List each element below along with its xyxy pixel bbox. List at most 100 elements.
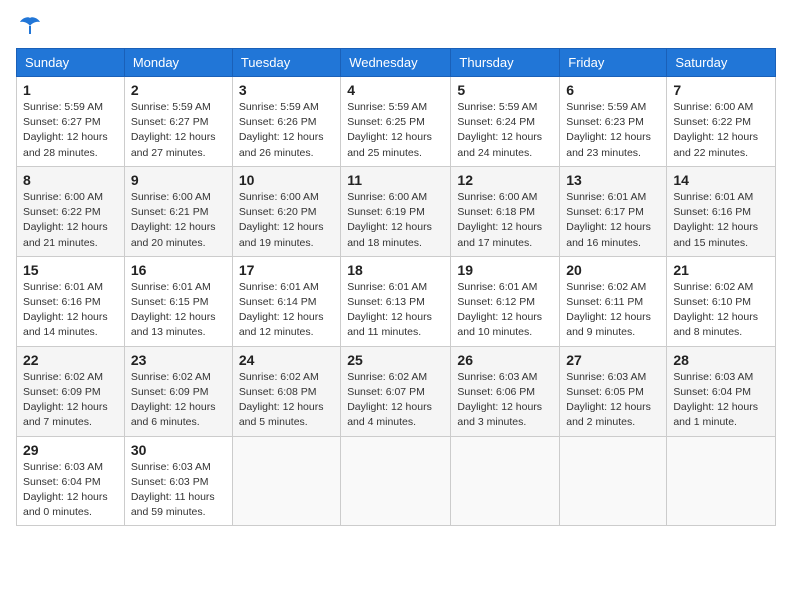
weekday-header-monday: Monday [124, 49, 232, 77]
calendar-week-4: 22 Sunrise: 6:02 AMSunset: 6:09 PMDayligh… [17, 346, 776, 436]
day-number: 9 [131, 172, 226, 188]
calendar-cell [232, 436, 340, 526]
calendar-table: SundayMondayTuesdayWednesdayThursdayFrid… [16, 48, 776, 526]
calendar-cell [341, 436, 451, 526]
day-detail: Sunrise: 6:00 AMSunset: 6:21 PMDaylight:… [131, 191, 216, 249]
day-number: 29 [23, 442, 118, 458]
calendar-cell: 24 Sunrise: 6:02 AMSunset: 6:08 PMDayligh… [232, 346, 340, 436]
day-number: 16 [131, 262, 226, 278]
calendar-cell: 28 Sunrise: 6:03 AMSunset: 6:04 PMDayligh… [667, 346, 776, 436]
day-detail: Sunrise: 6:02 AMSunset: 6:08 PMDaylight:… [239, 371, 324, 429]
weekday-header-thursday: Thursday [451, 49, 560, 77]
calendar-cell: 29 Sunrise: 6:03 AMSunset: 6:04 PMDayligh… [17, 436, 125, 526]
day-detail: Sunrise: 6:01 AMSunset: 6:16 PMDaylight:… [673, 191, 758, 249]
day-detail: Sunrise: 6:01 AMSunset: 6:16 PMDaylight:… [23, 281, 108, 339]
day-number: 21 [673, 262, 769, 278]
day-number: 6 [566, 82, 660, 98]
day-number: 4 [347, 82, 444, 98]
calendar-week-2: 8Sunrise: 6:00 AMSunset: 6:22 PMDaylight… [17, 166, 776, 256]
logo-bird-icon [18, 16, 42, 36]
day-number: 10 [239, 172, 334, 188]
page-header [16, 16, 776, 36]
day-detail: Sunrise: 6:02 AMSunset: 6:10 PMDaylight:… [673, 281, 758, 339]
weekday-header-friday: Friday [560, 49, 667, 77]
calendar-cell [667, 436, 776, 526]
calendar-cell: 12 Sunrise: 6:00 AMSunset: 6:18 PMDayligh… [451, 166, 560, 256]
day-detail: Sunrise: 6:01 AMSunset: 6:13 PMDaylight:… [347, 281, 432, 339]
calendar-cell: 16 Sunrise: 6:01 AMSunset: 6:15 PMDayligh… [124, 256, 232, 346]
day-number: 7 [673, 82, 769, 98]
day-detail: Sunrise: 6:00 AMSunset: 6:18 PMDaylight:… [457, 191, 542, 249]
calendar-week-1: 1 Sunrise: 5:59 AMSunset: 6:27 PMDaylight… [17, 77, 776, 167]
day-detail: Sunrise: 6:00 AMSunset: 6:22 PMDaylight:… [673, 101, 758, 159]
day-detail: Sunrise: 6:03 AMSunset: 6:05 PMDaylight:… [566, 371, 651, 429]
calendar-cell [560, 436, 667, 526]
calendar-cell: 20Sunrise: 6:02 AMSunset: 6:11 PMDayligh… [560, 256, 667, 346]
calendar-cell: 27 Sunrise: 6:03 AMSunset: 6:05 PMDayligh… [560, 346, 667, 436]
day-number: 18 [347, 262, 444, 278]
day-detail: Sunrise: 6:00 AMSunset: 6:20 PMDaylight:… [239, 191, 324, 249]
calendar-cell: 30 Sunrise: 6:03 AMSunset: 6:03 PMDayligh… [124, 436, 232, 526]
calendar-week-3: 15Sunrise: 6:01 AMSunset: 6:16 PMDayligh… [17, 256, 776, 346]
calendar-cell: 4 Sunrise: 5:59 AMSunset: 6:25 PMDaylight… [341, 77, 451, 167]
logo [16, 16, 44, 36]
day-detail: Sunrise: 6:03 AMSunset: 6:04 PMDaylight:… [23, 461, 108, 519]
calendar-cell: 19 Sunrise: 6:01 AMSunset: 6:12 PMDayligh… [451, 256, 560, 346]
calendar-cell: 10 Sunrise: 6:00 AMSunset: 6:20 PMDayligh… [232, 166, 340, 256]
calendar-cell: 22 Sunrise: 6:02 AMSunset: 6:09 PMDayligh… [17, 346, 125, 436]
calendar-cell: 18 Sunrise: 6:01 AMSunset: 6:13 PMDayligh… [341, 256, 451, 346]
day-detail: Sunrise: 5:59 AMSunset: 6:23 PMDaylight:… [566, 101, 651, 159]
day-number: 30 [131, 442, 226, 458]
day-number: 11 [347, 172, 444, 188]
calendar-cell: 6 Sunrise: 5:59 AMSunset: 6:23 PMDaylight… [560, 77, 667, 167]
day-detail: Sunrise: 6:02 AMSunset: 6:07 PMDaylight:… [347, 371, 432, 429]
calendar-cell: 26 Sunrise: 6:03 AMSunset: 6:06 PMDayligh… [451, 346, 560, 436]
day-number: 8 [23, 172, 118, 188]
day-detail: Sunrise: 5:59 AMSunset: 6:24 PMDaylight:… [457, 101, 542, 159]
day-detail: Sunrise: 6:02 AMSunset: 6:11 PMDaylight:… [566, 281, 651, 339]
day-detail: Sunrise: 6:03 AMSunset: 6:03 PMDaylight:… [131, 461, 215, 519]
day-number: 5 [457, 82, 553, 98]
calendar-cell: 25 Sunrise: 6:02 AMSunset: 6:07 PMDayligh… [341, 346, 451, 436]
day-number: 14 [673, 172, 769, 188]
day-number: 28 [673, 352, 769, 368]
day-number: 19 [457, 262, 553, 278]
day-detail: Sunrise: 5:59 AMSunset: 6:25 PMDaylight:… [347, 101, 432, 159]
calendar-cell: 1 Sunrise: 5:59 AMSunset: 6:27 PMDaylight… [17, 77, 125, 167]
day-detail: Sunrise: 5:59 AMSunset: 6:27 PMDaylight:… [23, 101, 108, 159]
day-detail: Sunrise: 6:00 AMSunset: 6:19 PMDaylight:… [347, 191, 432, 249]
calendar-cell: 13 Sunrise: 6:01 AMSunset: 6:17 PMDayligh… [560, 166, 667, 256]
calendar-cell: 21 Sunrise: 6:02 AMSunset: 6:10 PMDayligh… [667, 256, 776, 346]
day-number: 13 [566, 172, 660, 188]
day-number: 12 [457, 172, 553, 188]
day-number: 23 [131, 352, 226, 368]
day-number: 27 [566, 352, 660, 368]
calendar-cell: 3Sunrise: 5:59 AMSunset: 6:26 PMDaylight… [232, 77, 340, 167]
day-number: 17 [239, 262, 334, 278]
calendar-cell: 9 Sunrise: 6:00 AMSunset: 6:21 PMDaylight… [124, 166, 232, 256]
day-detail: Sunrise: 6:01 AMSunset: 6:14 PMDaylight:… [239, 281, 324, 339]
day-number: 25 [347, 352, 444, 368]
day-detail: Sunrise: 6:01 AMSunset: 6:12 PMDaylight:… [457, 281, 542, 339]
day-detail: Sunrise: 6:01 AMSunset: 6:17 PMDaylight:… [566, 191, 651, 249]
calendar-cell: 17 Sunrise: 6:01 AMSunset: 6:14 PMDayligh… [232, 256, 340, 346]
calendar-cell: 23Sunrise: 6:02 AMSunset: 6:09 PMDayligh… [124, 346, 232, 436]
day-detail: Sunrise: 5:59 AMSunset: 6:27 PMDaylight:… [131, 101, 216, 159]
day-number: 22 [23, 352, 118, 368]
day-detail: Sunrise: 6:01 AMSunset: 6:15 PMDaylight:… [131, 281, 216, 339]
day-detail: Sunrise: 6:02 AMSunset: 6:09 PMDaylight:… [23, 371, 108, 429]
calendar-cell: 8Sunrise: 6:00 AMSunset: 6:22 PMDaylight… [17, 166, 125, 256]
day-number: 1 [23, 82, 118, 98]
day-number: 2 [131, 82, 226, 98]
calendar-cell: 15Sunrise: 6:01 AMSunset: 6:16 PMDayligh… [17, 256, 125, 346]
weekday-header-wednesday: Wednesday [341, 49, 451, 77]
calendar-cell: 2 Sunrise: 5:59 AMSunset: 6:27 PMDaylight… [124, 77, 232, 167]
day-number: 24 [239, 352, 334, 368]
day-number: 26 [457, 352, 553, 368]
day-detail: Sunrise: 6:03 AMSunset: 6:06 PMDaylight:… [457, 371, 542, 429]
day-number: 3 [239, 82, 334, 98]
day-detail: Sunrise: 6:03 AMSunset: 6:04 PMDaylight:… [673, 371, 758, 429]
calendar-cell [451, 436, 560, 526]
calendar-cell: 11 Sunrise: 6:00 AMSunset: 6:19 PMDayligh… [341, 166, 451, 256]
calendar-cell: 14 Sunrise: 6:01 AMSunset: 6:16 PMDayligh… [667, 166, 776, 256]
